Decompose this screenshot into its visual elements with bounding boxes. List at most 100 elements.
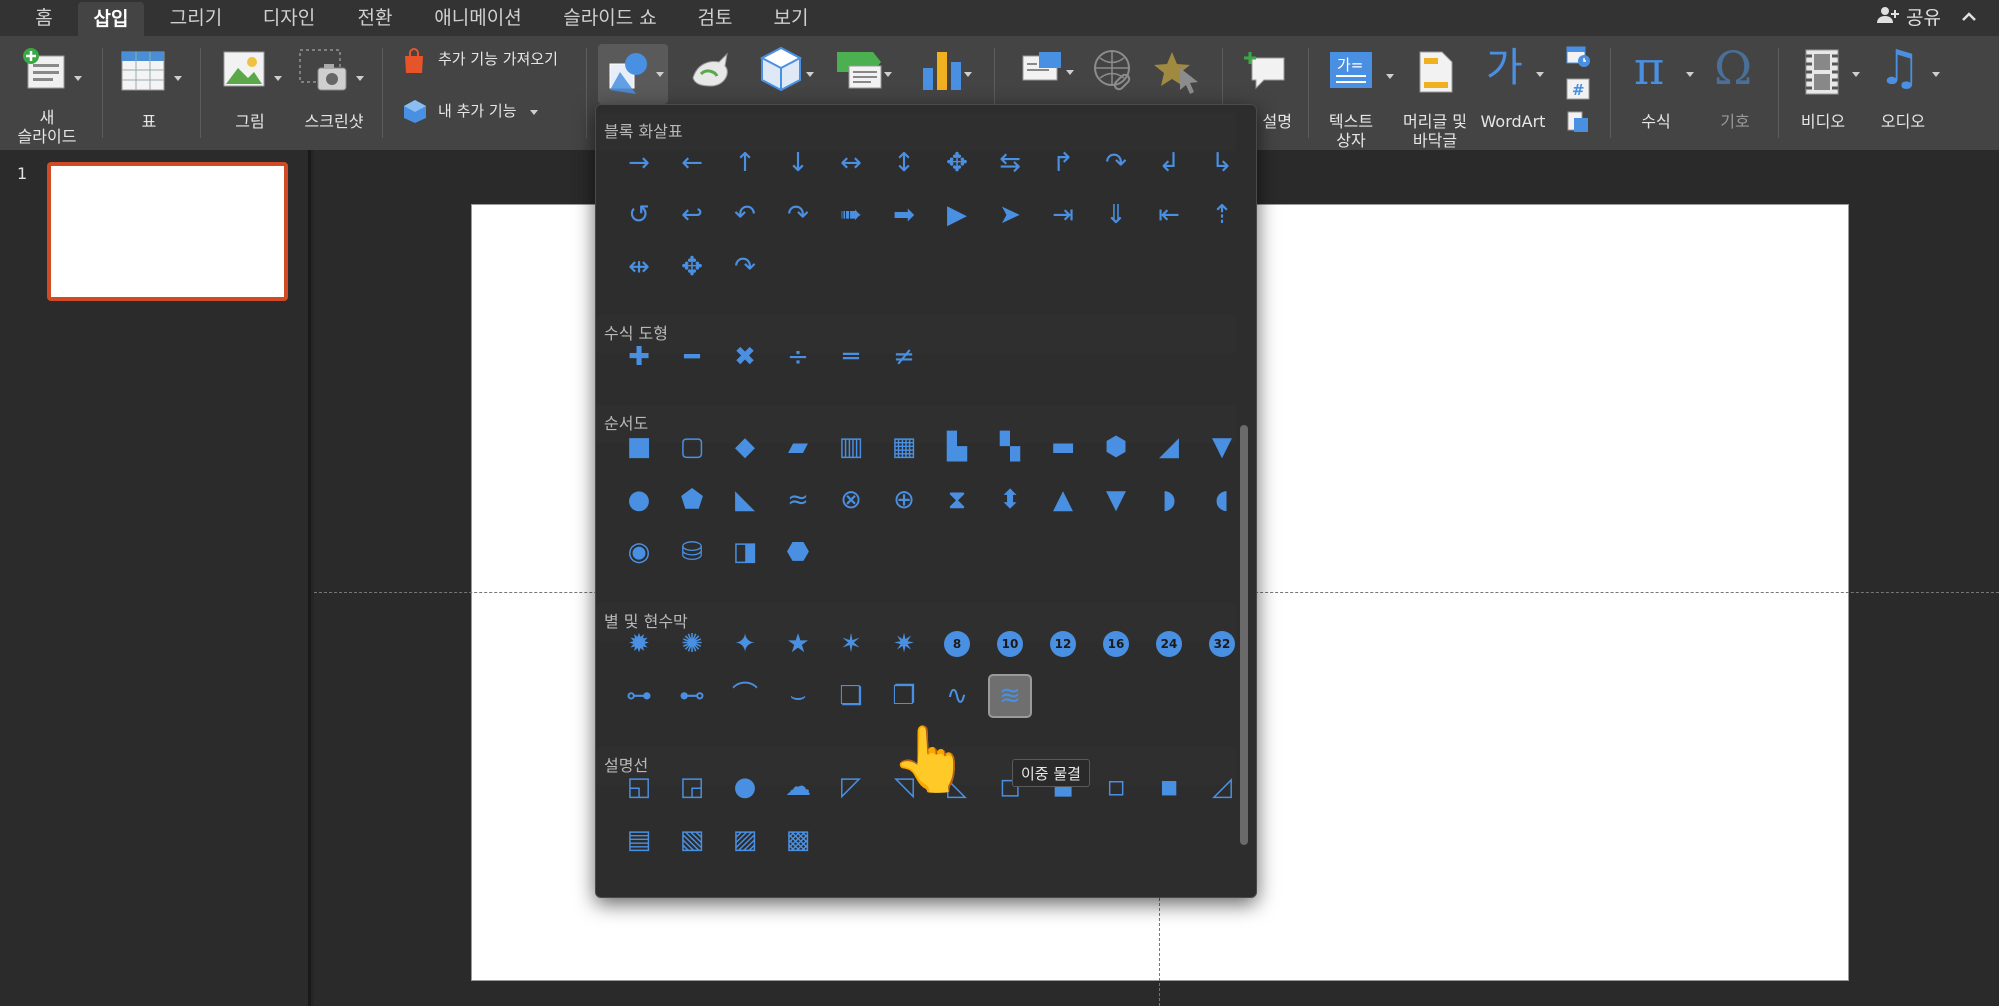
arrows-shape-icon[interactable]: ↷ [723, 245, 767, 289]
flow-shape-icon[interactable]: ◢ [1147, 425, 1191, 469]
object-button[interactable] [1564, 110, 1592, 136]
arrows-shape-icon[interactable]: ↓ [776, 141, 820, 185]
flow-shape-icon[interactable]: ◆ [723, 425, 767, 469]
star-shape-icon[interactable]: 8 [935, 622, 979, 666]
star-shape-icon[interactable]: 24 [1147, 622, 1191, 666]
callout-shape-icon[interactable]: ◱ [617, 765, 661, 809]
my-addins-dropdown-caret[interactable] [530, 110, 538, 115]
smartart-dropdown-caret[interactable] [884, 72, 892, 77]
star-shape-icon[interactable]: 12 [1041, 622, 1085, 666]
flow-shape-icon[interactable]: ▲ [1041, 478, 1085, 522]
callout-shape-icon[interactable]: ▩ [776, 818, 820, 862]
arrows-shape-icon[interactable]: ✥ [935, 141, 979, 185]
flow-shape-icon[interactable]: ▥ [829, 425, 873, 469]
arrows-shape-icon[interactable]: ↷ [776, 193, 820, 237]
math-shape-icon[interactable]: ━ [670, 335, 714, 379]
flow-shape-icon[interactable]: ▚ [988, 425, 1032, 469]
arrows-shape-icon[interactable]: ➤ [988, 193, 1032, 237]
slide-number-button[interactable]: # [1564, 78, 1592, 104]
arrows-shape-icon[interactable]: ✥ [670, 245, 714, 289]
arrows-shape-icon[interactable]: ← [670, 141, 714, 185]
tab-slideshow[interactable]: 슬라이드 쇼 [560, 0, 660, 36]
arrows-shape-icon[interactable]: ↷ [1094, 141, 1138, 185]
math-shape-icon[interactable]: ═ [829, 335, 873, 379]
share-button[interactable]: 공유 [1876, 0, 1941, 36]
flow-shape-icon[interactable]: ◨ [723, 530, 767, 574]
icons-button[interactable] [682, 46, 740, 102]
collapse-ribbon-chevron-icon[interactable] [1961, 0, 1977, 36]
video-dropdown-caret[interactable] [1852, 72, 1860, 77]
flow-shape-icon[interactable]: ≈ [776, 478, 820, 522]
popup-scrollbar[interactable] [1240, 425, 1248, 845]
arrows-shape-icon[interactable]: ↕ [882, 141, 926, 185]
math-shape-icon[interactable]: ÷ [776, 335, 820, 379]
audio-button[interactable]: ♫ 오디오 [1870, 40, 1946, 144]
arrows-shape-icon[interactable]: ⇆ [988, 141, 1032, 185]
flow-shape-icon[interactable]: ▼ [1200, 425, 1244, 469]
tab-design[interactable]: 디자인 [258, 0, 320, 36]
math-shape-icon[interactable]: ≠ [882, 335, 926, 379]
addin-dropdown-caret[interactable] [1066, 70, 1074, 75]
new-slide-button[interactable]: 새 슬라이드 [14, 44, 82, 146]
arrows-shape-icon[interactable]: → [617, 141, 661, 185]
symbol-button[interactable]: Ω 기호 [1702, 42, 1768, 144]
callout-shape-icon[interactable]: ● [723, 765, 767, 809]
tab-animations[interactable]: 애니메이션 [430, 0, 526, 36]
audio-dropdown-caret[interactable] [1932, 72, 1940, 77]
slide-thumbnail[interactable] [47, 162, 288, 301]
star-shape-icon[interactable]: ✺ [670, 622, 714, 666]
arrows-shape-icon[interactable]: ↺ [617, 193, 661, 237]
flow-shape-icon[interactable]: ⬣ [776, 530, 820, 574]
flow-shape-icon[interactable]: ⊗ [829, 478, 873, 522]
callout-shape-icon[interactable]: ▤ [617, 818, 661, 862]
flow-shape-icon[interactable]: ● [617, 478, 661, 522]
star-shape-icon[interactable]: 10 [988, 622, 1032, 666]
action-button[interactable] [1150, 48, 1204, 100]
arrows-shape-icon[interactable]: ⇥ [1041, 193, 1085, 237]
equation-button[interactable]: π 수식 [1624, 42, 1696, 144]
flow-shape-icon[interactable]: ◉ [617, 530, 661, 574]
callout-shape-icon[interactable]: ☁ [776, 765, 820, 809]
flow-shape-icon[interactable]: ▢ [670, 425, 714, 469]
callout-shape-icon[interactable]: ◾ [1147, 765, 1191, 809]
flow-shape-icon[interactable]: ▦ [882, 425, 926, 469]
textbox-dropdown-caret[interactable] [1386, 74, 1394, 79]
arrows-shape-icon[interactable]: ↶ [723, 193, 767, 237]
arrows-shape-icon[interactable]: ⇹ [617, 245, 661, 289]
shapes-button[interactable] [598, 44, 668, 104]
flow-shape-icon[interactable]: ⛁ [670, 530, 714, 574]
callout-shape-icon[interactable]: ◲ [670, 765, 714, 809]
tab-home[interactable]: 홈 [28, 0, 60, 36]
chart-dropdown-caret[interactable] [964, 72, 972, 77]
arrows-shape-icon[interactable]: ↳ [1200, 141, 1244, 185]
arrows-shape-icon[interactable]: ↱ [1041, 141, 1085, 185]
tab-transitions[interactable]: 전환 [354, 0, 396, 36]
arrows-shape-icon[interactable]: ➠ [829, 193, 873, 237]
star-shape-icon[interactable]: ⌣ [776, 674, 820, 718]
flow-shape-icon[interactable]: ◣ [723, 478, 767, 522]
star-shape-icon[interactable]: ⊶ [617, 674, 661, 718]
date-time-button[interactable] [1564, 44, 1592, 70]
callout-shape-icon[interactable]: ◿ [1200, 765, 1244, 809]
math-shape-icon[interactable]: ✚ [617, 335, 661, 379]
new-slide-dropdown-caret[interactable] [74, 76, 82, 81]
callout-shape-icon[interactable]: ▧ [670, 818, 714, 862]
callout-shape-icon[interactable]: ▨ [723, 818, 767, 862]
arrows-shape-icon[interactable]: ↔ [829, 141, 873, 185]
textbox-button[interactable]: 가= 텍스트 상자 [1324, 44, 1394, 150]
flow-shape-icon[interactable]: ◖ [1200, 478, 1244, 522]
link-button[interactable] [1088, 48, 1138, 100]
math-shape-icon[interactable]: ✖ [723, 335, 767, 379]
equation-dropdown-caret[interactable] [1686, 72, 1694, 77]
star-shape-icon[interactable]: ∿ [935, 674, 979, 718]
flow-shape-icon[interactable]: ⊕ [882, 478, 926, 522]
arrows-shape-icon[interactable]: ↩ [670, 193, 714, 237]
flow-shape-icon[interactable]: ⬢ [1094, 425, 1138, 469]
screenshot-button[interactable]: 스크린샷 [294, 44, 374, 144]
star-shape-icon[interactable]: ❐ [882, 674, 926, 718]
screenshot-dropdown-caret[interactable] [356, 76, 364, 81]
star-shape-icon[interactable]: 16 [1094, 622, 1138, 666]
star-shape-icon[interactable]: ✷ [882, 622, 926, 666]
smartart-button[interactable] [824, 46, 894, 102]
arrows-shape-icon[interactable]: ↑ [723, 141, 767, 185]
